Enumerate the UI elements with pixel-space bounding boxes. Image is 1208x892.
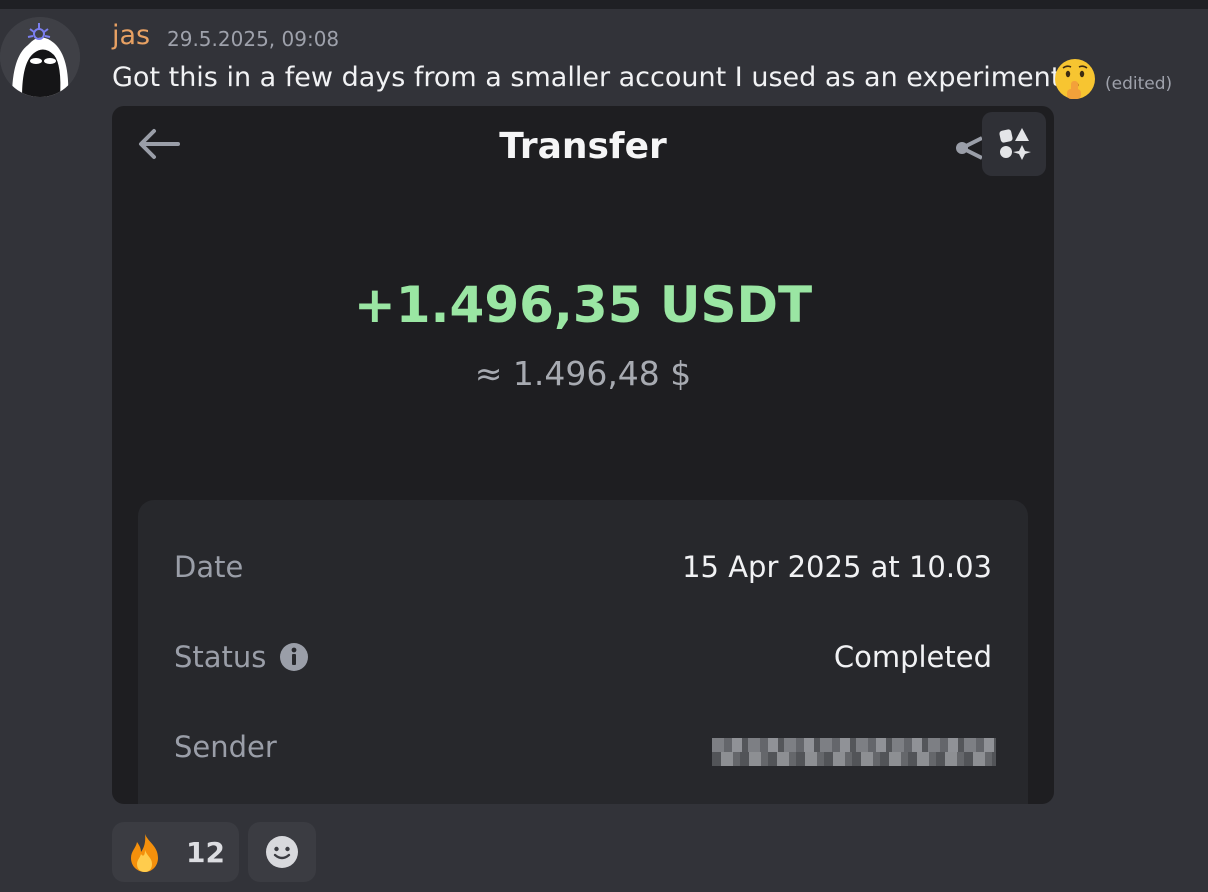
shushing-face-emoji-icon[interactable] <box>1053 57 1097 101</box>
message-text: Got this in a few days from a smaller ac… <box>112 62 1062 93</box>
apps-icon <box>999 128 1031 160</box>
top-bar <box>0 0 1208 9</box>
status-value: Completed <box>833 640 992 674</box>
detail-row-date: Date 15 Apr 2025 at 10.03 <box>138 542 1028 592</box>
detail-row-sender: Sender <box>138 722 1028 772</box>
transfer-amount: +1.496,35 USDT <box>353 276 813 334</box>
transfer-screenshot[interactable]: Transfer +1.496,35 USDT ≈ 1.496,48 $ Dat… <box>112 106 1054 804</box>
details-panel: Date 15 Apr 2025 at 10.03 Status Complet… <box>138 500 1028 804</box>
username[interactable]: jas <box>112 20 150 51</box>
detail-row-status: Status Completed <box>138 632 1028 682</box>
reaction-fire[interactable]: 12 <box>112 822 239 882</box>
message-timestamp[interactable]: 29.5.2025, 09:08 <box>167 27 339 51</box>
share-icon[interactable] <box>954 134 984 162</box>
edited-label: (edited) <box>1105 74 1173 94</box>
date-label: Date <box>174 550 244 584</box>
avatar[interactable] <box>0 17 80 97</box>
reaction-count: 12 <box>186 836 225 869</box>
apps-button[interactable] <box>982 112 1046 176</box>
fire-emoji-icon <box>124 832 166 874</box>
approx-value: ≈ 1.496,48 $ <box>474 354 692 393</box>
sender-value-redacted <box>712 738 996 766</box>
transfer-title: Transfer <box>499 126 667 167</box>
smiley-icon <box>266 836 298 868</box>
date-value: 15 Apr 2025 at 10.03 <box>682 550 992 584</box>
sender-label: Sender <box>174 730 277 764</box>
add-reaction-button[interactable] <box>248 822 316 882</box>
status-label: Status <box>174 640 267 674</box>
info-icon[interactable] <box>279 642 309 672</box>
